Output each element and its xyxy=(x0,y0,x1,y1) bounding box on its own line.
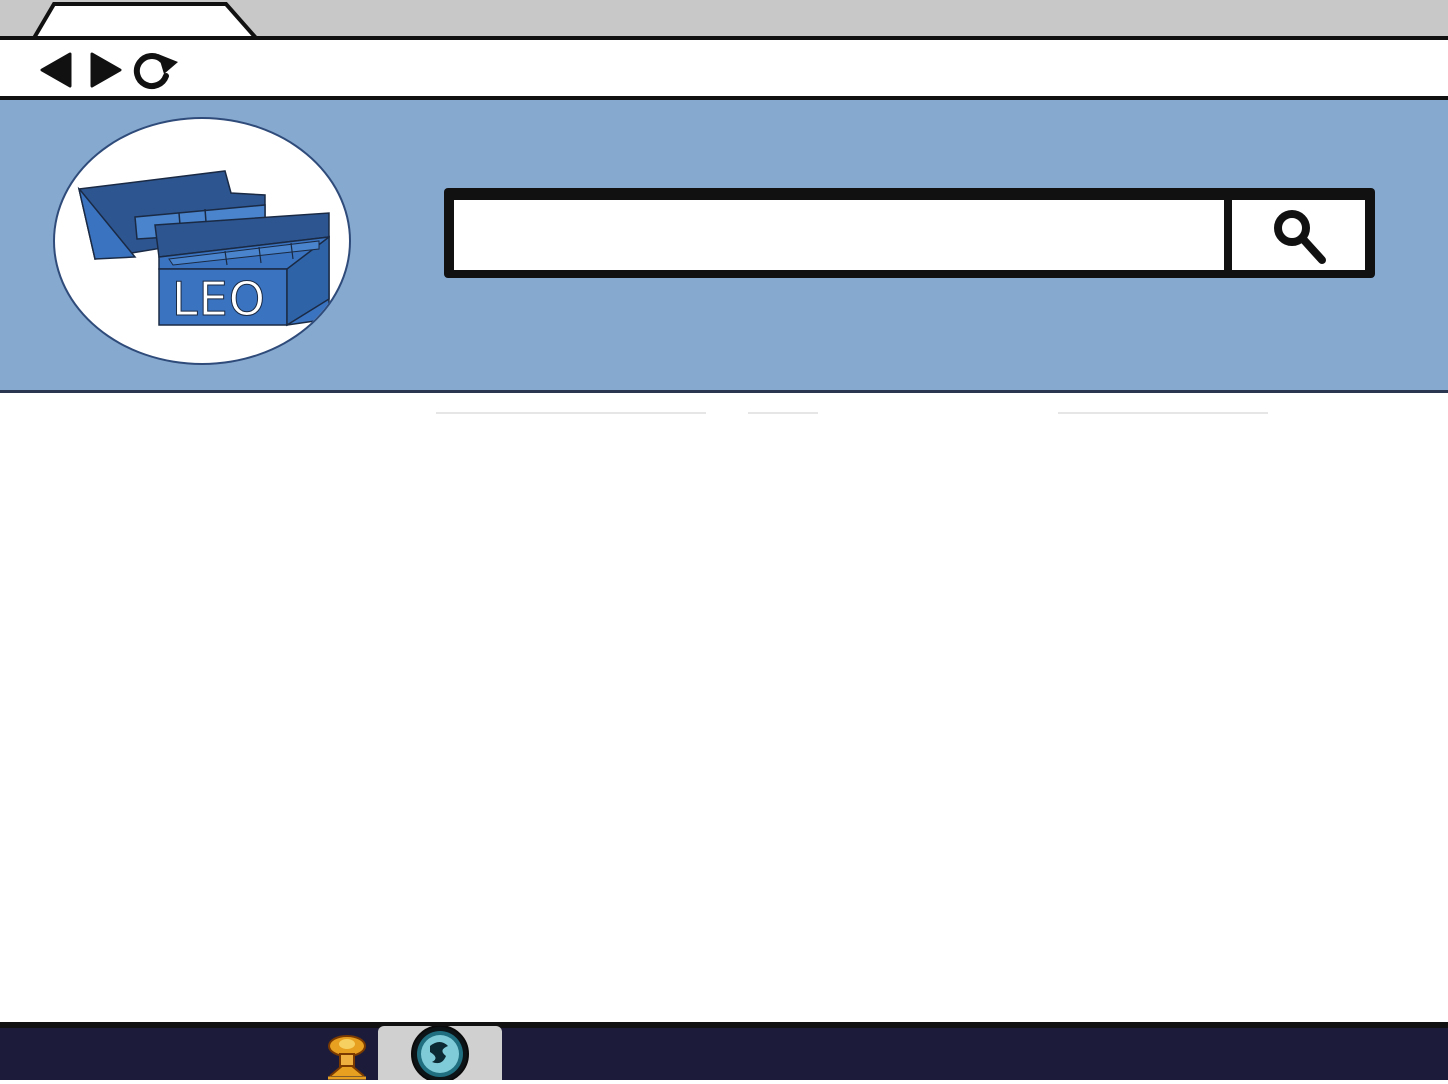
search-bar xyxy=(444,188,1375,278)
forward-button[interactable] xyxy=(88,50,124,94)
divider-line xyxy=(436,412,706,414)
magnifier-icon xyxy=(1274,210,1326,264)
divider-line xyxy=(748,412,818,414)
app-mascot-icon xyxy=(328,1035,366,1080)
logo-text: LEO xyxy=(172,272,266,327)
taskbar-app-mascot[interactable] xyxy=(322,1032,372,1080)
back-button[interactable] xyxy=(38,50,74,94)
forward-arrow-icon xyxy=(90,52,122,88)
search-button[interactable] xyxy=(1232,200,1365,270)
tab-strip xyxy=(0,0,1448,40)
app-circle-icon xyxy=(411,1026,469,1080)
reload-button[interactable] xyxy=(132,50,184,94)
site-logo[interactable]: LEO xyxy=(53,117,351,365)
divider-line xyxy=(1058,412,1268,414)
reload-icon xyxy=(133,53,178,90)
taskbar-app-active[interactable] xyxy=(378,1026,502,1080)
back-arrow-icon xyxy=(40,52,72,88)
browser-tab[interactable] xyxy=(30,0,262,40)
site-header: LEO xyxy=(0,100,1448,393)
search-input[interactable] xyxy=(454,200,1224,270)
browser-nav-bar xyxy=(0,40,1448,100)
taskbar xyxy=(0,1022,1448,1080)
